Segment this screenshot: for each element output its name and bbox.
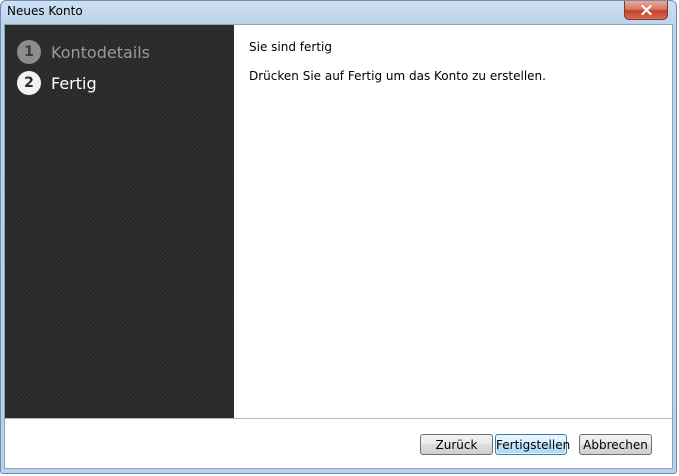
step-label: Fertig	[51, 73, 97, 93]
step-kontodetails: 1 Kontodetails	[17, 39, 150, 65]
wizard-steps-sidebar: 1 Kontodetails 2 Fertig	[5, 25, 234, 418]
button-bar: Zurück Fertigstellen Abbrechen	[5, 418, 672, 468]
wizard-content: Sie sind fertig Drücken Sie auf Fertig u…	[234, 25, 672, 418]
back-button[interactable]: Zurück	[420, 434, 493, 455]
title-bar[interactable]: Neues Konto	[1, 1, 676, 23]
content-instruction: Drücken Sie auf Fertig um das Konto zu e…	[249, 69, 546, 83]
cancel-button[interactable]: Abbrechen	[579, 434, 652, 455]
window-title: Neues Konto	[7, 4, 83, 18]
close-icon	[641, 5, 652, 15]
step-label: Kontodetails	[51, 42, 150, 62]
dialog-client-area: 1 Kontodetails 2 Fertig Sie sind fertig …	[4, 24, 673, 469]
wizard-window: Neues Konto 1 Kontodetails 2 Fertig Sie …	[0, 0, 677, 474]
step-number-badge: 2	[17, 71, 41, 95]
step-fertig: 2 Fertig	[17, 70, 97, 96]
close-button[interactable]	[624, 1, 668, 20]
finish-button[interactable]: Fertigstellen	[495, 434, 570, 455]
content-heading: Sie sind fertig	[249, 40, 332, 54]
step-number-badge: 1	[17, 40, 41, 64]
